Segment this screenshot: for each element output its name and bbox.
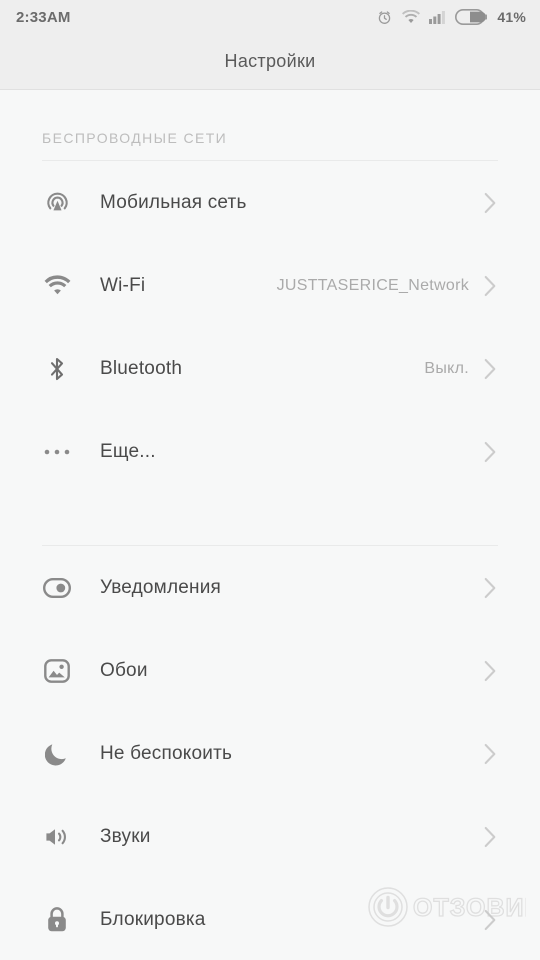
settings-row-value-bluetooth-state: Выкл.: [424, 359, 469, 377]
do-not-disturb-icon: [42, 739, 72, 769]
sound-icon: [42, 822, 72, 852]
chevron-right-icon: [483, 825, 498, 849]
chevron-right-icon: [483, 576, 498, 600]
settings-row-label: Блокировка: [100, 908, 206, 930]
settings-row-value-wifi-network: JUSTTASERICE_Network: [276, 276, 469, 294]
more-dots-icon: [42, 437, 72, 467]
settings-row-mobile-network[interactable]: Мобильная сеть: [0, 161, 540, 244]
battery-icon: [455, 9, 488, 25]
settings-row-wallpaper[interactable]: Обои: [0, 629, 540, 712]
chevron-right-icon: [483, 659, 498, 683]
page-title: Настройки: [224, 51, 316, 71]
settings-row-label: Wi-Fi: [100, 274, 146, 296]
settings-row-lock[interactable]: Блокировка: [0, 878, 540, 959]
settings-row-label: Обои: [100, 659, 148, 681]
settings-list: БЕСПРОВОДНЫЕ СЕТИ Мобильная сеть Wi-Fi J…: [0, 90, 540, 959]
wifi-icon: [402, 10, 421, 24]
chevron-right-icon: [483, 440, 498, 464]
settings-row-sounds[interactable]: Звуки: [0, 795, 540, 878]
cellular-signal-icon: [429, 10, 446, 24]
settings-row-label: Не беспокоить: [100, 742, 233, 764]
chevron-right-icon: [483, 908, 498, 932]
battery-percentage: 41%: [497, 9, 526, 25]
chevron-right-icon: [483, 742, 498, 766]
chevron-right-icon: [483, 357, 498, 381]
status-bar-clock: 2:33AM: [16, 8, 71, 26]
settings-row-wifi[interactable]: Wi-Fi JUSTTASERICE_Network: [0, 244, 540, 327]
section-header-wireless: БЕСПРОВОДНЫЕ СЕТИ: [42, 130, 228, 146]
lock-icon: [42, 905, 72, 935]
chevron-right-icon: [483, 191, 498, 215]
settings-screen: 2:33AM 41% Настройки БЕСПРОВОДНЫЕ СЕТИ М…: [0, 0, 540, 960]
bluetooth-icon: [42, 354, 72, 384]
chevron-right-icon: [483, 274, 498, 298]
settings-row-do-not-disturb[interactable]: Не беспокоить: [0, 712, 540, 795]
settings-row-more[interactable]: Еще...: [0, 410, 540, 493]
settings-row-label: Звуки: [100, 825, 151, 847]
app-title-bar: Настройки: [0, 34, 540, 90]
settings-row-bluetooth[interactable]: Bluetooth Выкл.: [0, 327, 540, 410]
settings-row-label: Еще...: [100, 440, 156, 462]
alarm-clock-icon: [376, 9, 393, 26]
settings-row-label: Bluetooth: [100, 357, 183, 379]
wifi-icon: [42, 271, 72, 301]
notifications-icon: [42, 573, 72, 603]
status-bar-icons: 41%: [376, 9, 526, 26]
settings-row-notifications[interactable]: Уведомления: [0, 546, 540, 629]
cell-tower-icon: [42, 188, 72, 218]
wallpaper-icon: [42, 656, 72, 686]
settings-row-label: Мобильная сеть: [100, 191, 247, 213]
status-bar: 2:33AM 41%: [0, 0, 540, 34]
settings-row-label: Уведомления: [100, 576, 221, 598]
